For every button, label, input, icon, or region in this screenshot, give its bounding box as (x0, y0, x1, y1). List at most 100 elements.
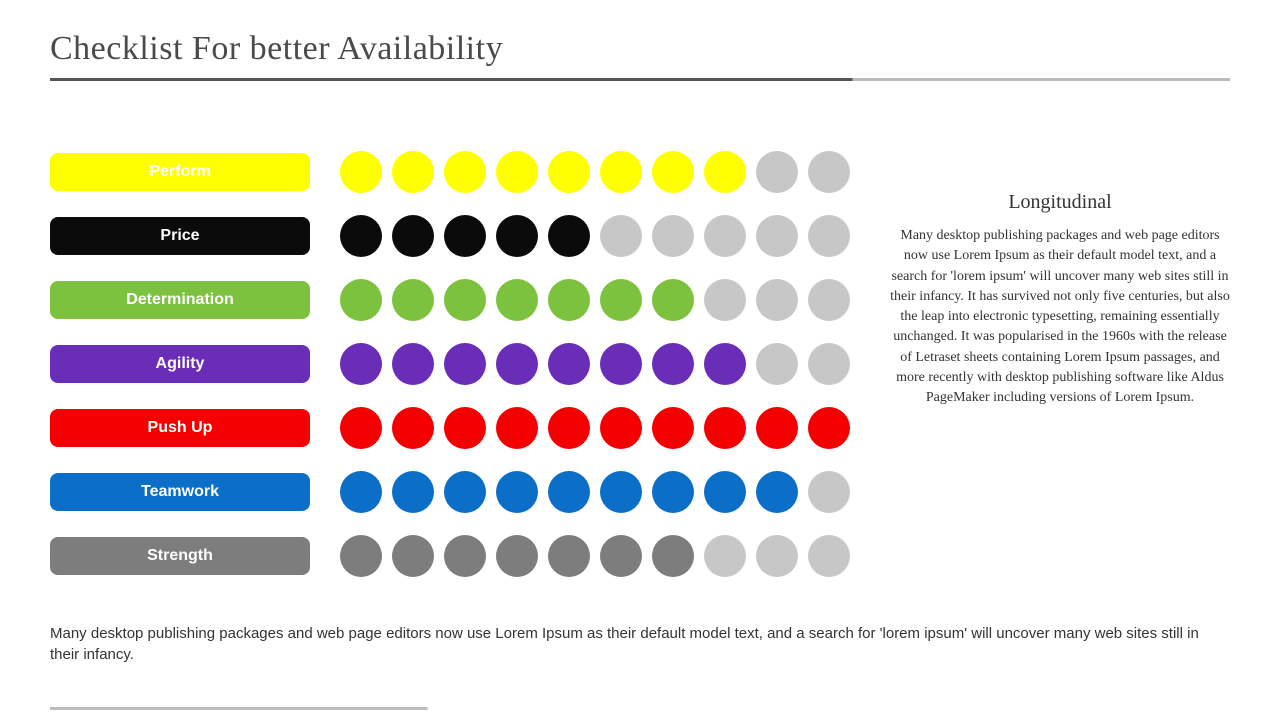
page-title: Checklist For better Availability (50, 30, 1230, 68)
dot-empty (704, 215, 746, 257)
dot-filled (600, 151, 642, 193)
dot-filled (496, 471, 538, 513)
dot-filled (548, 471, 590, 513)
category-pill: Perform (50, 153, 310, 191)
dot-filled (548, 535, 590, 577)
dot-empty (704, 535, 746, 577)
dot-chart: Perform Price Determination Agility Push Up T… (50, 151, 860, 599)
dot-empty (808, 215, 850, 257)
dot-filled (548, 343, 590, 385)
dot-empty (600, 215, 642, 257)
dot-filled (496, 535, 538, 577)
dot-row (340, 215, 850, 257)
dot-row (340, 535, 850, 577)
dot-filled (392, 151, 434, 193)
dot-filled (652, 343, 694, 385)
dot-filled (444, 279, 486, 321)
dot-filled (392, 279, 434, 321)
dot-row (340, 279, 850, 321)
dot-filled (548, 215, 590, 257)
dot-empty (704, 279, 746, 321)
bottom-divider (50, 707, 1230, 710)
dot-filled (340, 471, 382, 513)
dot-filled (444, 215, 486, 257)
content-area: Perform Price Determination Agility Push Up T… (50, 151, 1230, 599)
dot-filled (704, 343, 746, 385)
category-pill: Price (50, 217, 310, 255)
dot-filled (808, 407, 850, 449)
dot-filled (340, 279, 382, 321)
dot-filled (652, 151, 694, 193)
dot-filled (600, 471, 642, 513)
sidebar-body: Many desktop publishing packages and web… (890, 226, 1230, 409)
dot-filled (496, 215, 538, 257)
dot-empty (756, 215, 798, 257)
dot-filled (600, 279, 642, 321)
category-pill: Agility (50, 345, 310, 383)
dot-empty (808, 535, 850, 577)
dot-filled (444, 407, 486, 449)
dot-empty (808, 151, 850, 193)
dot-filled (392, 215, 434, 257)
dot-empty (756, 343, 798, 385)
dot-filled (600, 343, 642, 385)
dot-filled (704, 471, 746, 513)
chart-row: Agility (50, 343, 860, 385)
dot-filled (392, 343, 434, 385)
category-pill: Teamwork (50, 473, 310, 511)
dot-filled (652, 279, 694, 321)
dot-filled (600, 535, 642, 577)
dot-filled (496, 407, 538, 449)
dot-filled (340, 151, 382, 193)
dot-filled (652, 407, 694, 449)
dot-filled (756, 407, 798, 449)
chart-row: Determination (50, 279, 860, 321)
dot-filled (340, 407, 382, 449)
chart-row: Teamwork (50, 471, 860, 513)
dot-empty (652, 215, 694, 257)
dot-filled (340, 215, 382, 257)
dot-filled (652, 471, 694, 513)
dot-filled (548, 279, 590, 321)
sidebar: Longitudinal Many desktop publishing pac… (890, 151, 1230, 599)
dot-row (340, 471, 850, 513)
dot-filled (444, 471, 486, 513)
chart-row: Price (50, 215, 860, 257)
sidebar-title: Longitudinal (890, 191, 1230, 214)
dot-empty (756, 279, 798, 321)
dot-filled (392, 407, 434, 449)
dot-filled (496, 343, 538, 385)
dot-filled (548, 407, 590, 449)
title-divider (50, 78, 1230, 81)
dot-filled (340, 535, 382, 577)
dot-filled (704, 407, 746, 449)
dot-filled (340, 343, 382, 385)
dot-filled (496, 279, 538, 321)
dot-filled (444, 151, 486, 193)
dot-row (340, 407, 850, 449)
chart-row: Perform (50, 151, 860, 193)
dot-filled (652, 535, 694, 577)
dot-filled (392, 535, 434, 577)
dot-filled (756, 471, 798, 513)
dot-empty (756, 151, 798, 193)
dot-empty (808, 343, 850, 385)
dot-row (340, 343, 850, 385)
chart-row: Strength (50, 535, 860, 577)
dot-filled (444, 535, 486, 577)
slide: Checklist For better Availability Perfor… (0, 0, 1280, 720)
dot-empty (808, 279, 850, 321)
dot-row (340, 151, 850, 193)
dot-filled (392, 471, 434, 513)
category-pill: Strength (50, 537, 310, 575)
dot-filled (444, 343, 486, 385)
dot-empty (808, 471, 850, 513)
category-pill: Push Up (50, 409, 310, 447)
dot-filled (548, 151, 590, 193)
dot-filled (600, 407, 642, 449)
dot-empty (756, 535, 798, 577)
footer-text: Many desktop publishing packages and web… (50, 623, 1200, 665)
dot-filled (496, 151, 538, 193)
chart-row: Push Up (50, 407, 860, 449)
dot-filled (704, 151, 746, 193)
